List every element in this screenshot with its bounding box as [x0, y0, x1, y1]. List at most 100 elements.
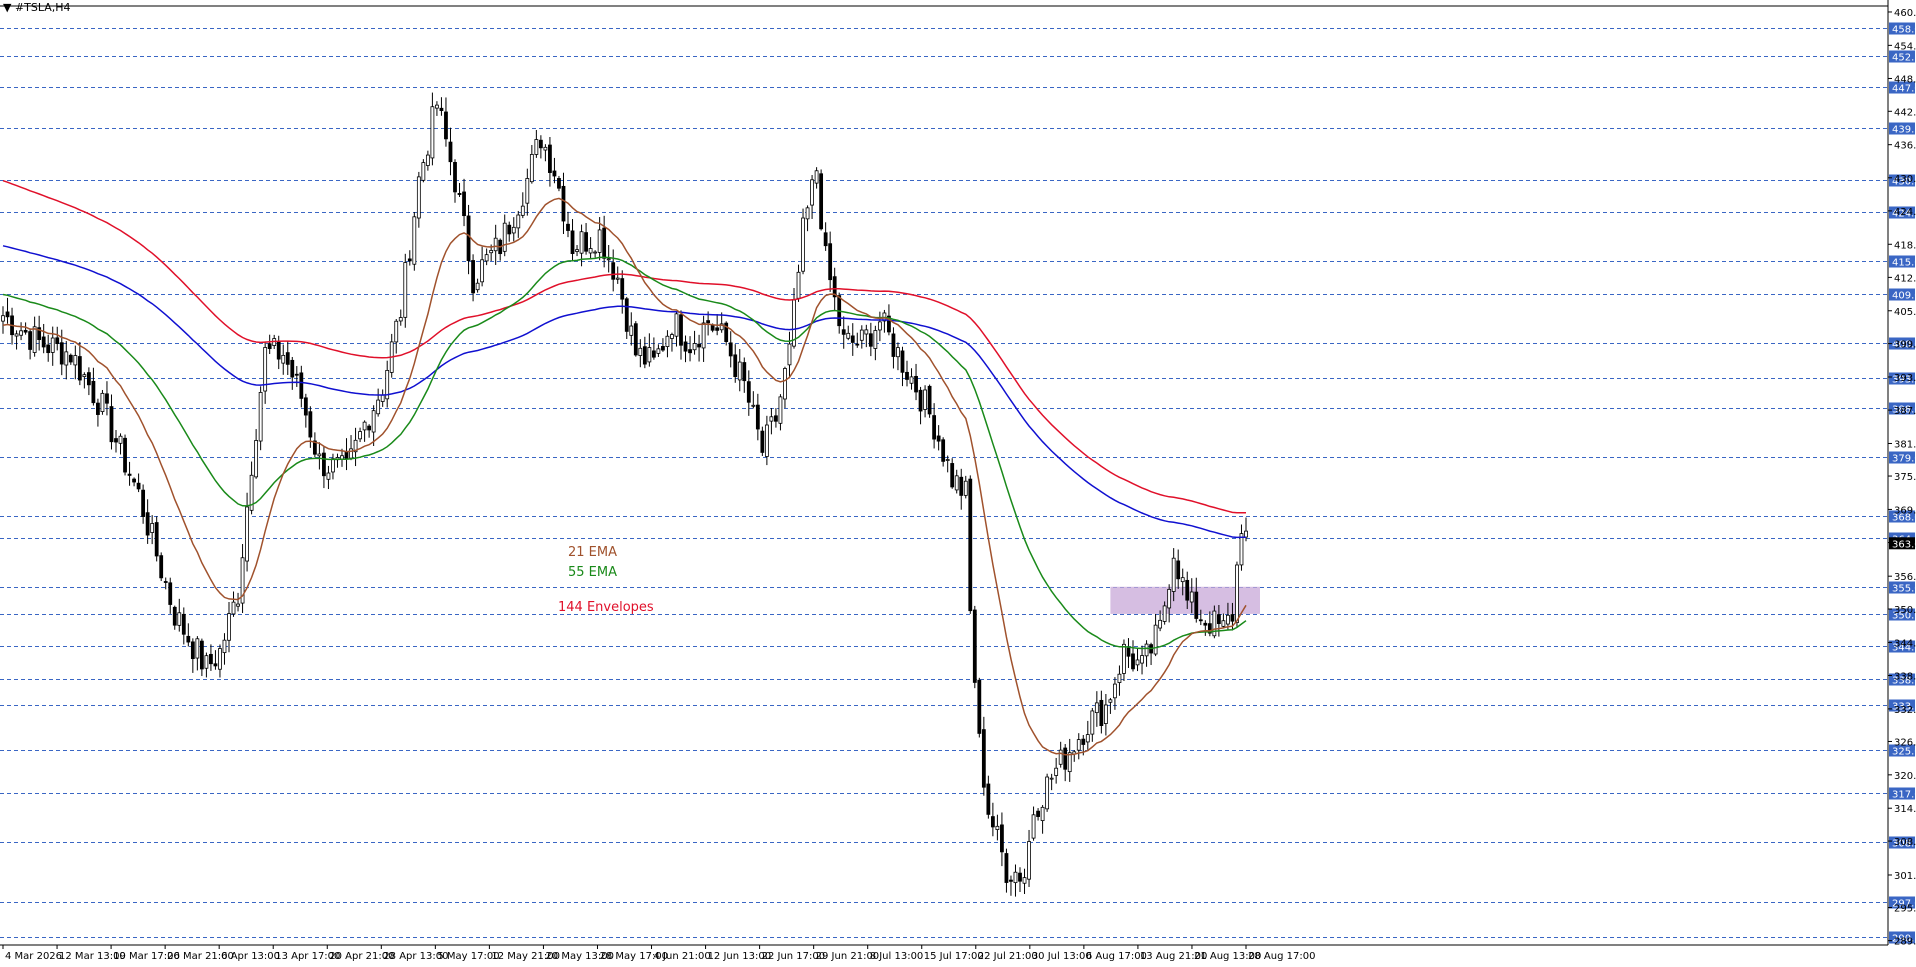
candle: [1117, 665, 1122, 696]
candle: [656, 344, 661, 357]
candle-body: [466, 215, 471, 262]
time-tick-label: 30 Jul 13:00: [1032, 951, 1092, 962]
candle-body: [421, 162, 426, 181]
candle-body: [1230, 614, 1235, 622]
candle: [493, 224, 498, 265]
candle-body: [344, 451, 349, 460]
price-tick-label: 448.65: [1894, 74, 1916, 85]
candle-body: [990, 816, 995, 828]
candle-body: [534, 139, 539, 155]
candle: [281, 344, 286, 375]
candle-body: [602, 227, 607, 259]
candle: [918, 386, 923, 425]
candle: [1031, 806, 1036, 841]
time-tick-label: 6 Apr 13:00: [221, 951, 280, 962]
candle-body: [1108, 699, 1113, 703]
candle-body: [73, 355, 78, 366]
candle-body: [462, 191, 466, 217]
candle: [932, 403, 937, 449]
candle: [105, 381, 109, 416]
candle: [954, 469, 959, 494]
candle-body: [1058, 749, 1063, 765]
candle: [73, 345, 78, 380]
candle: [606, 245, 611, 273]
candle: [367, 424, 372, 438]
candle: [769, 408, 774, 435]
candle-body: [1235, 564, 1239, 623]
candle-body: [525, 178, 530, 204]
candle-body: [896, 347, 900, 358]
price-tick-label: 454.75: [1894, 41, 1916, 52]
candle: [407, 250, 412, 266]
candle-body: [692, 343, 697, 351]
candle: [538, 135, 543, 159]
candle-body: [864, 329, 869, 335]
candle: [855, 332, 860, 348]
candle-body: [877, 321, 882, 331]
price-tick-label: 375.40: [1894, 472, 1916, 483]
candle: [335, 453, 340, 468]
candle: [267, 334, 272, 355]
candle-body: [959, 476, 964, 496]
candle: [1144, 640, 1149, 667]
level-tag-text: 415.00: [1892, 258, 1916, 269]
candle-body: [701, 322, 706, 349]
candle-body: [1094, 702, 1099, 714]
candle-body: [181, 613, 186, 635]
candle-body: [294, 373, 299, 376]
candle-body: [954, 475, 959, 491]
candle: [642, 336, 647, 369]
candle-body: [1226, 614, 1230, 625]
candle-body: [561, 185, 566, 222]
dropdown-triangle-icon[interactable]: ▼: [3, 1, 11, 14]
candle: [882, 309, 887, 333]
chart-area[interactable]: 21 EMA 55 EMA 144 Envelopes 458.00 452.75…: [0, 0, 1916, 963]
candle: [507, 221, 512, 242]
candle-body: [1036, 810, 1040, 817]
candle: [1194, 577, 1199, 623]
candle: [963, 475, 968, 499]
candle: [570, 219, 575, 262]
candle-body: [1140, 655, 1144, 664]
candle: [1239, 524, 1244, 571]
symbol-title: ▼ #TSLA,H4: [3, 1, 71, 14]
candle-body: [502, 222, 507, 252]
candle: [959, 468, 964, 510]
candle: [615, 266, 620, 284]
candle: [41, 323, 46, 354]
candle-body: [1063, 747, 1068, 770]
candle: [900, 346, 905, 387]
candle-body: [439, 107, 444, 111]
time-tick-label: 28 Aug 17:00: [1248, 951, 1315, 962]
level-tag-text: 409.00: [1892, 291, 1916, 302]
candle-body: [91, 380, 96, 404]
candle-body: [868, 333, 873, 347]
candle-body: [1176, 560, 1181, 580]
candle-body: [548, 144, 552, 173]
candle-body: [1203, 622, 1208, 626]
candle-body: [285, 352, 290, 365]
candle-body: [1117, 673, 1122, 683]
candle: [498, 238, 503, 261]
candle: [394, 318, 399, 354]
candle: [28, 328, 33, 360]
candle-body: [651, 350, 656, 358]
candle-body: [1018, 872, 1022, 882]
candle-body: [100, 392, 105, 412]
candle: [683, 335, 688, 363]
candle: [1067, 738, 1072, 782]
candle: [317, 442, 322, 470]
candle: [936, 425, 941, 451]
candle: [1103, 693, 1108, 736]
candle: [633, 321, 638, 357]
candle: [209, 644, 213, 671]
candle-body: [154, 522, 159, 557]
price-tick-label: 356.95: [1894, 572, 1916, 583]
candle-body: [1067, 752, 1072, 773]
level-tag-text: 379.00: [1892, 454, 1916, 465]
candle-body: [1, 315, 5, 322]
candle-body: [32, 326, 37, 353]
candle: [1058, 741, 1063, 768]
candle-body: [823, 232, 828, 247]
price-chart[interactable]: 21 EMA 55 EMA 144 Envelopes 458.00 452.75…: [0, 0, 1916, 963]
